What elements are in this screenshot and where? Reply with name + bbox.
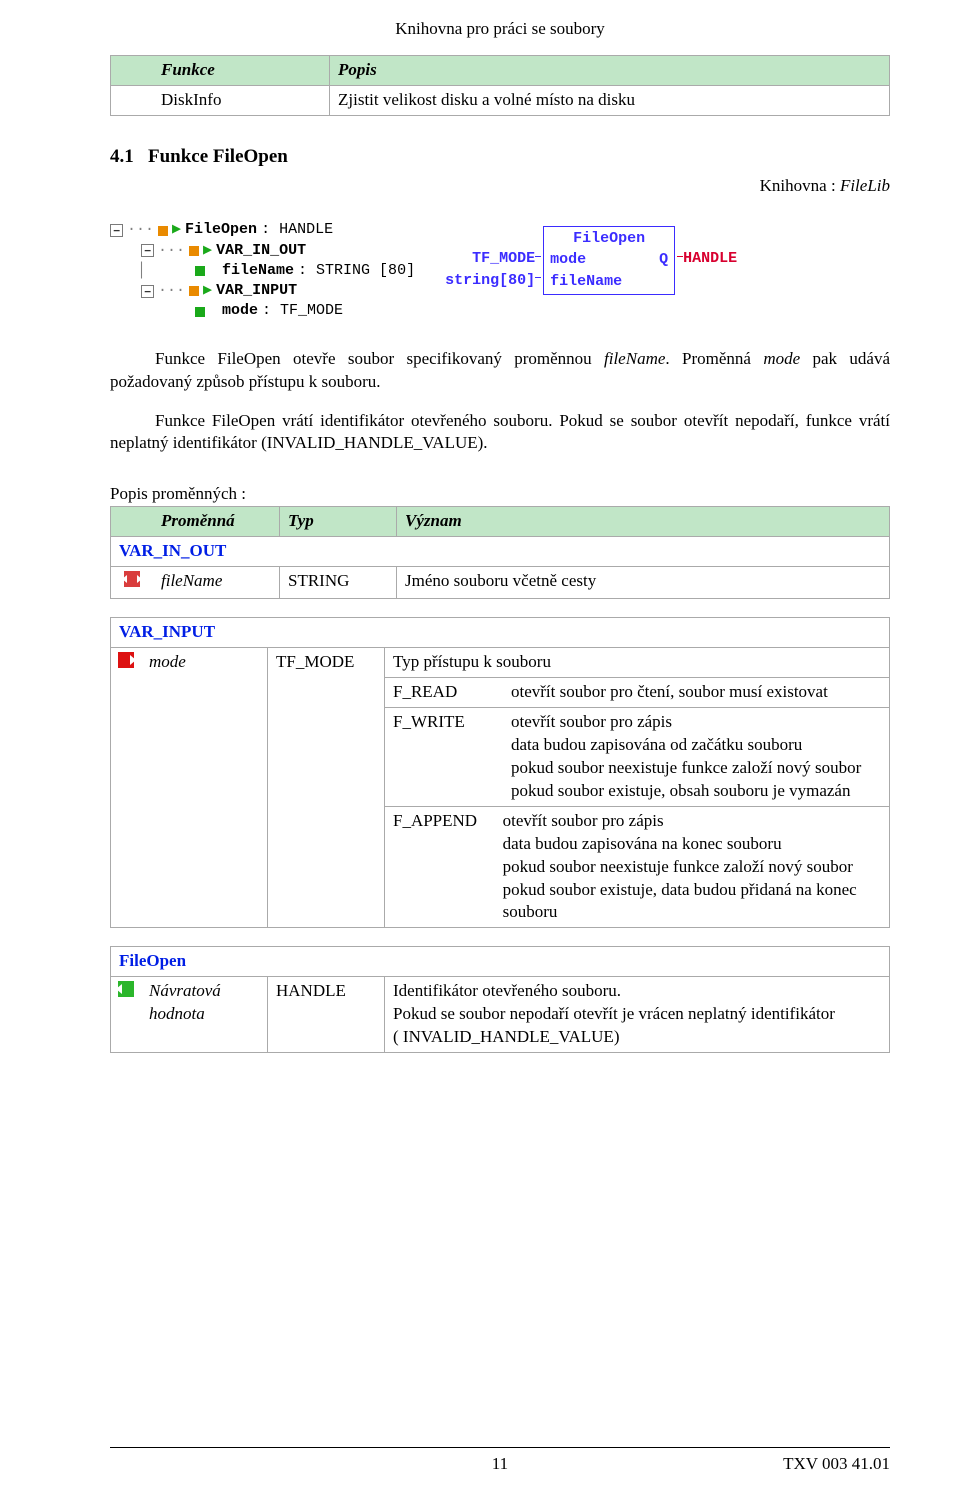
- fread-name: F_READ: [393, 681, 493, 704]
- tree-filename: │ fileName : STRING [80]: [110, 261, 415, 281]
- tree-var-in-out: −··· ▶ VAR_IN_OUT: [110, 241, 415, 261]
- table-row: DiskInfo Zjistit velikost disku a volné …: [111, 85, 890, 115]
- var-in-out-row: VAR_IN_OUT: [111, 537, 890, 567]
- popis-table-return: FileOpen Návratová hodnota HANDLE Identi…: [110, 946, 890, 1053]
- function-block-diagram: TF_MODE string[80] FileOpen mode Q fileN…: [445, 226, 737, 295]
- fwrite-name: F_WRITE: [393, 711, 493, 803]
- library-line: Knihovna : FileLib: [110, 175, 890, 198]
- fb-port-mode: mode: [544, 250, 586, 272]
- fb-title: FileOpen: [544, 227, 674, 249]
- filename-row: fileName STRING Jméno souboru včetně ces…: [111, 567, 890, 599]
- fileopen-label-row: FileOpen: [111, 947, 890, 977]
- input-icon: [118, 652, 134, 668]
- diagram-row: −··· ▶ FileOpen : HANDLE −··· ▶ VAR_IN_O…: [110, 220, 890, 321]
- section-number: 4.1: [110, 146, 134, 167]
- cell-funkce-desc: Zjistit velikost disku a volné místo na …: [330, 85, 890, 115]
- page-number: 11: [371, 1453, 628, 1476]
- leaf-icon: [195, 307, 205, 317]
- th-promenna: Proměnná: [153, 507, 280, 537]
- popis-label: Popis proměnných :: [110, 483, 890, 506]
- tree-mode: mode : TF_MODE: [110, 301, 415, 321]
- block-icon: [189, 246, 199, 256]
- th-funkce: Funkce: [153, 55, 330, 85]
- doc-number: TXV 003 41.01: [633, 1453, 890, 1476]
- popis-table: Proměnná Typ Význam VAR_IN_OUT fileName …: [110, 506, 890, 599]
- fappend-desc: otevřít soubor pro zápis data budou zapi…: [503, 810, 881, 925]
- popis-table-input: VAR_INPUT mode TF_MODE Typ přístupu k so…: [110, 617, 890, 928]
- th-popis: Popis: [330, 55, 890, 85]
- inout-icon: [124, 571, 140, 587]
- fwrite-desc: otevřít soubor pro zápis data budou zapi…: [511, 711, 861, 803]
- expand-icon: −: [141, 244, 154, 257]
- output-icon: [118, 981, 134, 997]
- page-footer: 11 TXV 003 41.01: [110, 1453, 890, 1476]
- fread-desc: otevřít soubor pro čtení, soubor musí ex…: [511, 681, 828, 704]
- block-icon: [189, 286, 199, 296]
- tree-var-input: −··· ▶ VAR_INPUT: [110, 281, 415, 301]
- expand-icon: −: [141, 285, 154, 298]
- block-icon: [158, 226, 168, 236]
- leaf-icon: [195, 266, 205, 276]
- th-vyznam: Význam: [397, 507, 890, 537]
- paragraph-2: Funkce FileOpen vrátí identifikátor otev…: [110, 410, 890, 456]
- tree-view: −··· ▶ FileOpen : HANDLE −··· ▶ VAR_IN_O…: [110, 220, 415, 321]
- th-typ: Typ: [280, 507, 397, 537]
- cell-funkce-name: DiskInfo: [153, 85, 330, 115]
- funkce-table: Funkce Popis DiskInfo Zjistit velikost d…: [110, 55, 890, 116]
- mode-row: mode TF_MODE Typ přístupu k souboru: [111, 648, 890, 678]
- tree-root: −··· ▶ FileOpen : HANDLE: [110, 220, 415, 240]
- section-title: Funkce FileOpen: [148, 146, 288, 167]
- section-heading: 4.1 Funkce FileOpen: [110, 144, 890, 170]
- doc-header: Knihovna pro práci se soubory: [110, 18, 890, 41]
- expand-icon: −: [110, 224, 123, 237]
- fb-port-q: Q: [659, 250, 674, 272]
- var-input-row: VAR_INPUT: [111, 618, 890, 648]
- return-row: Návratová hodnota HANDLE Identifikátor o…: [111, 977, 890, 1053]
- paragraph-1: Funkce FileOpen otevře soubor specifikov…: [110, 348, 890, 394]
- fb-port-filename: fileName: [544, 272, 622, 294]
- fappend-name: F_APPEND: [393, 810, 485, 925]
